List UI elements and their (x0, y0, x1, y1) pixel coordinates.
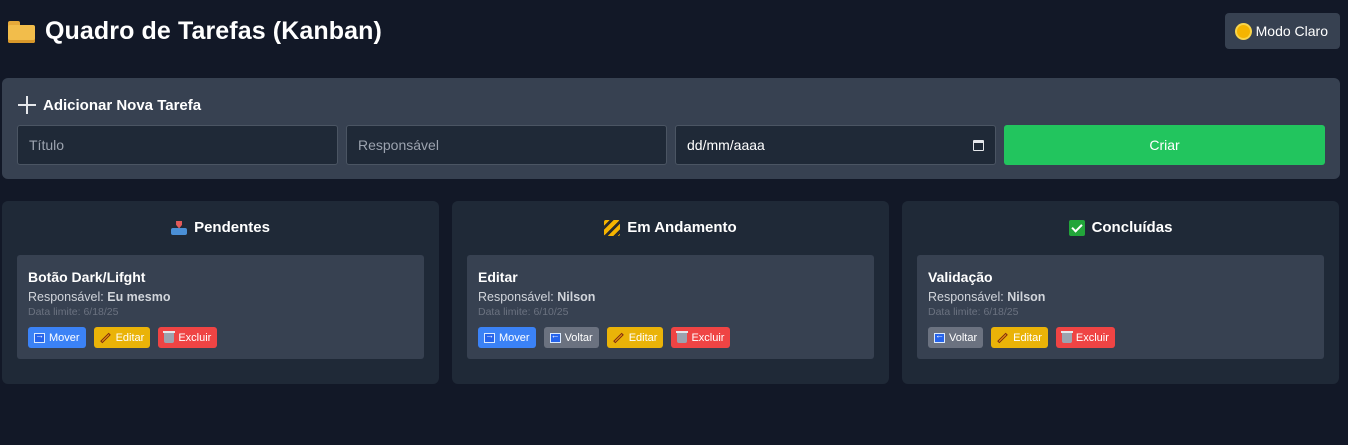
column-header: Pendentes (2, 219, 439, 236)
move-label: Mover (49, 331, 80, 344)
delete-button[interactable]: Excluir (1055, 327, 1115, 348)
sun-icon (1236, 24, 1250, 38)
edit-label: Editar (628, 331, 658, 344)
assignee-prefix: Responsável: (28, 290, 104, 304)
move-label: Mover (499, 331, 530, 344)
task-card: Validação Responsável: Nilson Data limit… (917, 255, 1324, 359)
due-date-input[interactable]: dd/mm/aaaa (675, 125, 996, 165)
theme-toggle-label: Modo Claro (1255, 23, 1328, 39)
column-header: Concluídas (902, 219, 1339, 236)
pencil-icon (613, 332, 625, 344)
pencil-icon (100, 332, 112, 344)
assignee-value: Nilson (557, 290, 596, 304)
title-input[interactable]: Título (17, 125, 338, 165)
edit-button[interactable]: Editar (606, 327, 664, 348)
column-concluidas: Concluídas Validação Responsável: Nilson… (902, 201, 1339, 384)
task-card: Editar Responsável: Nilson Data limite: … (467, 255, 874, 359)
check-mark-icon (1068, 219, 1085, 236)
task-assignee: Responsável: Nilson (928, 290, 1045, 304)
add-task-panel: Adicionar Nova Tarefa Título Responsável… (2, 78, 1340, 179)
assignee-input[interactable]: Responsável (346, 125, 667, 165)
assignee-prefix: Responsável: (478, 290, 554, 304)
task-due-date: Data limite: 6/18/25 (28, 306, 118, 318)
arrow-right-icon (34, 330, 45, 343)
task-card: Botão Dark/Lifght Responsável: Eu mesmo … (17, 255, 424, 359)
task-actions: Mover Editar Excluir (28, 327, 218, 348)
delete-label: Excluir (691, 331, 725, 344)
theme-toggle-button[interactable]: Modo Claro (1224, 13, 1340, 49)
column-header: Em Andamento (452, 219, 889, 236)
delete-label: Excluir (178, 331, 212, 344)
title-input-placeholder: Título (29, 137, 65, 153)
task-actions: Mover Voltar Editar Excluir (478, 327, 731, 348)
task-due-date: Data limite: 6/18/25 (928, 306, 1018, 318)
column-title: Concluídas (1091, 219, 1173, 236)
column-title: Em Andamento (627, 219, 737, 236)
back-button[interactable]: Voltar (543, 327, 599, 348)
task-title: Editar (478, 269, 518, 285)
column-pendentes: Pendentes Botão Dark/Lifght Responsável:… (2, 201, 439, 384)
back-button[interactable]: Voltar (928, 327, 984, 348)
trash-icon (1060, 331, 1073, 343)
back-label: Voltar (949, 331, 978, 344)
construction-icon (604, 219, 621, 236)
arrow-right-icon (484, 330, 495, 343)
assignee-value: Nilson (1007, 290, 1046, 304)
assignee-prefix: Responsável: (928, 290, 1004, 304)
arrow-left-icon (934, 330, 945, 343)
arrow-left-icon (549, 330, 561, 343)
back-label: Voltar (564, 331, 593, 344)
header: Quadro de Tarefas (Kanban) Modo Claro (0, 0, 1348, 66)
due-value: 6/18/25 (83, 306, 119, 318)
due-prefix: Data limite: (478, 306, 531, 318)
due-value: 6/10/25 (533, 306, 569, 318)
trash-icon (676, 331, 689, 343)
task-due-date: Data limite: 6/10/25 (478, 306, 568, 318)
page-title: Quadro de Tarefas (Kanban) (8, 17, 382, 46)
due-prefix: Data limite: (28, 306, 81, 318)
calendar-icon[interactable] (973, 139, 984, 151)
task-title: Validação (928, 269, 993, 285)
column-em-andamento: Em Andamento Editar Responsável: Nilson … (452, 201, 889, 384)
page-title-text: Quadro de Tarefas (Kanban) (45, 17, 382, 45)
pencil-icon (997, 332, 1009, 344)
move-button[interactable]: Mover (28, 327, 86, 348)
assignee-input-placeholder: Responsável (358, 137, 439, 153)
add-task-heading: Adicionar Nova Tarefa (18, 96, 201, 114)
move-button[interactable]: Mover (478, 327, 536, 348)
task-assignee: Responsável: Nilson (478, 290, 595, 304)
inbox-tray-icon (171, 220, 188, 236)
delete-label: Excluir (1075, 331, 1109, 344)
due-date-placeholder: dd/mm/aaaa (687, 137, 765, 153)
trash-icon (163, 331, 176, 343)
assignee-value: Eu mesmo (107, 290, 171, 304)
create-button[interactable]: Criar (1004, 125, 1325, 165)
plus-icon (18, 96, 36, 114)
delete-button[interactable]: Excluir (671, 327, 731, 348)
task-actions: Voltar Editar Excluir (928, 327, 1115, 348)
edit-label: Editar (1013, 331, 1042, 344)
folder-icon (8, 20, 35, 43)
due-value: 6/18/25 (983, 306, 1019, 318)
edit-button[interactable]: Editar (991, 327, 1048, 348)
column-title: Pendentes (194, 219, 270, 236)
task-title: Botão Dark/Lifght (28, 269, 146, 285)
task-assignee: Responsável: Eu mesmo (28, 290, 170, 304)
delete-button[interactable]: Excluir (158, 327, 218, 348)
add-task-heading-text: Adicionar Nova Tarefa (43, 96, 202, 114)
due-prefix: Data limite: (928, 306, 981, 318)
edit-label: Editar (115, 331, 145, 344)
edit-button[interactable]: Editar (93, 327, 151, 348)
